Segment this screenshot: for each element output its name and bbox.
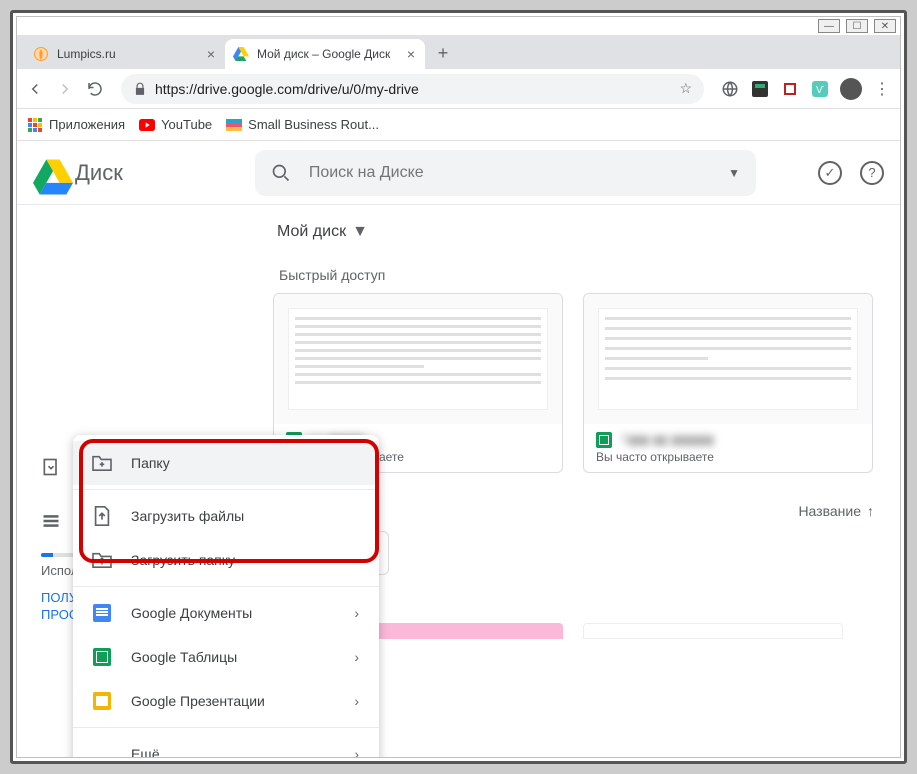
menu-separator [73, 489, 379, 490]
drive-icon [33, 159, 65, 187]
extension-icon[interactable] [780, 79, 800, 99]
new-context-menu: Папку Загрузить файлы Загрузить папку Go… [73, 435, 379, 758]
svg-text:Ѵ: Ѵ [816, 85, 824, 96]
upload-file-icon [91, 505, 113, 527]
chevron-right-icon: › [354, 649, 359, 665]
breadcrumb-label: Мой диск [277, 223, 346, 241]
bookmark-label: YouTube [161, 117, 212, 132]
browser-tab[interactable]: Lumpics.ru × [25, 39, 225, 69]
menu-item-google-docs[interactable]: Google Документы › [73, 591, 379, 635]
lock-icon [133, 82, 147, 96]
search-options-dropdown-icon[interactable]: ▼ [728, 166, 740, 180]
slides-icon [91, 690, 113, 712]
backups-icon [41, 457, 61, 477]
file-name: T▮▮▮ ▮▮ ▮▮▮▮▮▮ [620, 432, 714, 448]
docs-icon [91, 602, 113, 624]
chevron-right-icon: › [354, 693, 359, 709]
file-subtitle: Вы часто открываете [596, 450, 860, 464]
bookmark-item[interactable]: Small Business Rout... [226, 117, 379, 132]
url-text: https://drive.google.com/drive/u/0/my-dr… [155, 81, 671, 97]
ready-offline-button[interactable]: ✓ [818, 161, 842, 185]
file-thumbnail [584, 294, 872, 424]
menu-separator [73, 727, 379, 728]
extension-icon[interactable] [720, 79, 740, 99]
quick-access-heading: Быстрый доступ [279, 267, 880, 283]
menu-item-google-sheets[interactable]: Google Таблицы › [73, 635, 379, 679]
tab-title: Мой диск – Google Диск [257, 47, 390, 61]
menu-item-upload-files[interactable]: Загрузить файлы [73, 494, 379, 538]
bookmark-star-icon[interactable]: ☆ [679, 80, 692, 97]
new-folder-icon [91, 452, 113, 474]
menu-label: Google Таблицы [131, 649, 237, 665]
blank-icon [91, 743, 113, 758]
arrow-up-icon: ↑ [867, 503, 874, 519]
search-bar[interactable]: ▼ [255, 150, 756, 196]
browser-menu-button[interactable]: ⋮ [872, 79, 892, 99]
chevron-right-icon: › [354, 605, 359, 621]
window-minimize-button[interactable]: — [818, 19, 840, 33]
chevron-right-icon: › [354, 746, 359, 758]
favicon-icon [33, 46, 49, 62]
extension-icon[interactable] [750, 79, 770, 99]
drive-header: Диск ▼ ✓ ? [17, 141, 900, 205]
back-button[interactable] [25, 79, 45, 99]
forward-button[interactable] [55, 79, 75, 99]
search-input[interactable] [307, 163, 712, 183]
sheets-icon [91, 646, 113, 668]
menu-label: Загрузить файлы [131, 508, 244, 524]
menu-item-google-slides[interactable]: Google Презентации › [73, 679, 379, 723]
sort-label: Название [798, 503, 861, 519]
menu-item-more[interactable]: Ещё › [73, 732, 379, 758]
product-name: Диск [75, 160, 123, 186]
window-maximize-button[interactable]: ☐ [846, 19, 868, 33]
storage-icon [41, 511, 61, 531]
upload-folder-icon [91, 549, 113, 571]
browser-tabstrip: Lumpics.ru × Мой диск – Google Диск × + [17, 35, 900, 69]
sort-control[interactable]: Название ↑ [798, 503, 874, 519]
apps-shortcut[interactable]: Приложения [27, 117, 125, 133]
sheets-icon [596, 432, 612, 448]
menu-label: Загрузить папку [131, 552, 235, 568]
browser-tab[interactable]: Мой диск – Google Диск × [225, 39, 425, 69]
tab-title: Lumpics.ru [57, 47, 116, 61]
menu-label: Google Презентации [131, 693, 265, 709]
menu-label: Google Документы [131, 605, 252, 621]
drive-logo[interactable]: Диск [33, 159, 123, 187]
menu-item-new-folder[interactable]: Папку [73, 441, 379, 485]
window-titlebar: — ☐ ✕ [17, 17, 900, 35]
tab-close-icon[interactable]: × [407, 46, 415, 62]
extension-icon[interactable]: Ѵ [810, 79, 830, 99]
menu-label: Ещё [131, 746, 160, 758]
file-item[interactable] [583, 623, 843, 639]
window-close-button[interactable]: ✕ [874, 19, 896, 33]
address-bar[interactable]: https://drive.google.com/drive/u/0/my-dr… [121, 74, 704, 104]
search-icon [271, 163, 291, 183]
bookmark-item[interactable]: YouTube [139, 117, 212, 132]
apps-label: Приложения [49, 117, 125, 132]
chevron-down-icon: ▼ [352, 223, 368, 241]
breadcrumb[interactable]: Мой диск ▼ [273, 215, 880, 249]
drive-icon [233, 46, 249, 62]
help-button[interactable]: ? [860, 161, 884, 185]
new-tab-button[interactable]: + [429, 39, 457, 67]
bookmarks-bar: Приложения YouTube Small Business Rout..… [17, 109, 900, 141]
quick-access-card[interactable]: T▮▮▮ ▮▮ ▮▮▮▮▮▮ Вы часто открываете [583, 293, 873, 473]
file-thumbnail [274, 294, 562, 424]
tab-close-icon[interactable]: × [207, 46, 215, 62]
menu-label: Папку [131, 455, 170, 471]
profile-avatar[interactable] [840, 78, 862, 100]
menu-separator [73, 586, 379, 587]
browser-toolbar: https://drive.google.com/drive/u/0/my-dr… [17, 69, 900, 109]
menu-item-upload-folder[interactable]: Загрузить папку [73, 538, 379, 582]
bookmark-label: Small Business Rout... [248, 117, 379, 132]
reload-button[interactable] [85, 79, 105, 99]
